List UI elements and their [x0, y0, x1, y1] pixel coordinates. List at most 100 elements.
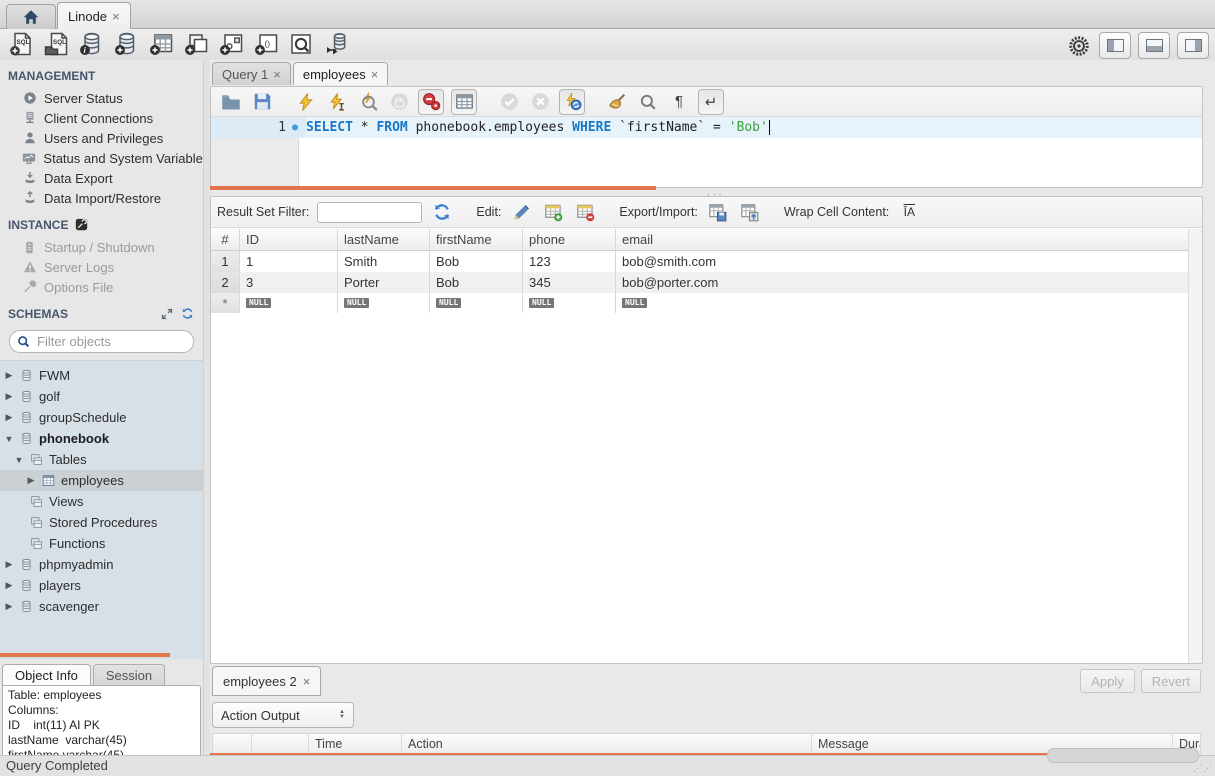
output-col-time[interactable]: Time [309, 734, 402, 754]
cell-phone[interactable]: 345 [523, 272, 616, 293]
chevron-right-icon[interactable]: ▶ [4, 370, 14, 381]
schema-phonebook[interactable]: ▼phonebook [0, 428, 203, 449]
tab-object-info[interactable]: Object Info [2, 664, 91, 685]
connection-tab[interactable]: Linode × [57, 2, 131, 29]
tab-session[interactable]: Session [93, 664, 165, 685]
editor-result-splitter[interactable]: ╷╷╷ [210, 186, 1201, 196]
result-grid-vertical-scrollbar[interactable] [1188, 229, 1202, 663]
delete-row-icon[interactable] [573, 200, 597, 224]
sidebar-item-data-import[interactable]: Data Import/Restore [0, 188, 203, 208]
output-selector[interactable]: Action Output ▲▼ [212, 702, 354, 728]
chevron-right-icon[interactable]: ▶ [4, 391, 14, 402]
output-col-action[interactable]: Action [402, 734, 812, 754]
invisibles-icon[interactable]: ¶ [667, 90, 691, 114]
col-header-index[interactable]: # [211, 229, 240, 251]
close-icon[interactable]: × [112, 10, 120, 23]
chevron-right-icon[interactable]: ▶ [26, 475, 36, 486]
sidebar-item-server-logs[interactable]: Server Logs [0, 257, 203, 277]
workbench-wheel-icon[interactable] [1066, 33, 1092, 59]
tree-node-employees[interactable]: ▶employees [0, 470, 203, 491]
cell-lastname[interactable]: Smith [338, 251, 430, 272]
chevron-right-icon[interactable]: ▶ [4, 412, 14, 423]
apply-button[interactable]: Apply [1080, 669, 1135, 693]
beautify-icon[interactable] [605, 90, 629, 114]
close-icon[interactable]: × [371, 68, 379, 81]
col-header-lastname[interactable]: lastName [338, 229, 430, 251]
sidebar-item-client-connections[interactable]: Client Connections [0, 108, 203, 128]
sidebar-item-options-file[interactable]: Options File [0, 277, 203, 297]
cell-null[interactable]: NULL [338, 293, 430, 313]
rollback-icon[interactable] [528, 90, 552, 114]
new-sql-tab-icon[interactable]: SQL [8, 31, 34, 57]
inspect-database-icon[interactable]: i [78, 31, 104, 57]
schema-groupSchedule[interactable]: ▶groupSchedule [0, 407, 203, 428]
cell-id[interactable]: 1 [240, 251, 338, 272]
cell-firstname[interactable]: Bob [430, 272, 523, 293]
toggle-stop-on-error-icon[interactable] [418, 89, 444, 115]
toggle-right-panel-button[interactable] [1177, 32, 1209, 59]
sidebar-item-data-export[interactable]: Data Export [0, 168, 203, 188]
cell-email[interactable]: bob@porter.com [616, 272, 1188, 293]
close-icon[interactable]: × [273, 68, 281, 81]
sidebar-item-server-status[interactable]: Server Status [0, 88, 203, 108]
schema-phpmyadmin[interactable]: ▶phpmyadmin [0, 554, 203, 575]
col-header-firstname[interactable]: firstName [430, 229, 523, 251]
tree-node-functions[interactable]: Functions [0, 533, 203, 554]
add-row-icon[interactable] [541, 200, 565, 224]
refresh-schemas-icon[interactable] [180, 306, 195, 321]
sidebar-item-users-privileges[interactable]: Users and Privileges [0, 128, 203, 148]
cell-null[interactable]: NULL [430, 293, 523, 313]
tab-query-1[interactable]: Query 1× [212, 62, 291, 85]
sidebar-item-status-system-variables[interactable]: Status and System Variables [0, 148, 203, 168]
export-grid-icon[interactable] [706, 200, 730, 224]
cell-null[interactable]: NULL [616, 293, 1188, 313]
col-header-phone[interactable]: phone [523, 229, 616, 251]
cell-id[interactable]: 3 [240, 272, 338, 293]
sql-statement[interactable]: SELECT * FROM phonebook.employees WHERE … [306, 117, 770, 138]
sidebar-splitter[interactable] [0, 653, 170, 657]
col-header-email[interactable]: email [616, 229, 1188, 251]
horizontal-scrollbar-thumb[interactable] [1047, 748, 1199, 763]
col-header-id[interactable]: ID [240, 229, 338, 251]
schema-players[interactable]: ▶players [0, 575, 203, 596]
reconnect-dbms-icon[interactable] [323, 31, 349, 57]
toggle-autocommit-icon[interactable] [559, 89, 585, 115]
save-script-icon[interactable] [250, 90, 274, 114]
toggle-left-panel-button[interactable] [1099, 32, 1131, 59]
cell-phone[interactable]: 123 [523, 251, 616, 272]
expand-panel-icon[interactable] [159, 306, 174, 321]
home-tab[interactable] [6, 4, 56, 29]
explain-icon[interactable] [356, 90, 380, 114]
schema-scavenger[interactable]: ▶scavenger [0, 596, 203, 617]
schema-golf[interactable]: ▶golf [0, 386, 203, 407]
toggle-bottom-panel-button[interactable] [1138, 32, 1170, 59]
revert-button[interactable]: Revert [1141, 669, 1201, 693]
tab-employees-2[interactable]: employees 2× [212, 666, 321, 696]
refresh-icon[interactable] [430, 200, 454, 224]
chevron-right-icon[interactable]: ▶ [4, 601, 14, 612]
edit-pencil-icon[interactable] [509, 200, 533, 224]
cell-null[interactable]: NULL [240, 293, 338, 313]
cell-email[interactable]: bob@smith.com [616, 251, 1188, 272]
tree-node-stored-procedures[interactable]: Stored Procedures [0, 512, 203, 533]
execute-current-icon[interactable] [325, 90, 349, 114]
create-view-icon[interactable] [183, 31, 209, 57]
import-grid-icon[interactable] [738, 200, 762, 224]
open-sql-script-icon[interactable]: SQL [43, 31, 69, 57]
chevron-down-icon[interactable]: ▼ [14, 455, 24, 465]
create-schema-icon[interactable] [113, 31, 139, 57]
find-icon[interactable] [636, 90, 660, 114]
schema-filter-input[interactable] [35, 333, 215, 350]
create-function-icon[interactable]: () [253, 31, 279, 57]
combo-spinner-icon[interactable]: ▲▼ [339, 710, 345, 720]
cell-null[interactable]: NULL [523, 293, 616, 313]
execute-icon[interactable] [294, 90, 318, 114]
result-filter-input[interactable] [317, 202, 422, 223]
create-table-icon[interactable] [148, 31, 174, 57]
row-index[interactable]: 2 [211, 272, 240, 293]
sql-code-editor[interactable]: 1 ● SELECT * FROM phonebook.employees WH… [211, 117, 1202, 187]
search-table-data-icon[interactable] [288, 31, 314, 57]
tree-node-views[interactable]: Views [0, 491, 203, 512]
limit-rows-icon[interactable] [451, 89, 477, 115]
stop-query-icon[interactable] [387, 90, 411, 114]
